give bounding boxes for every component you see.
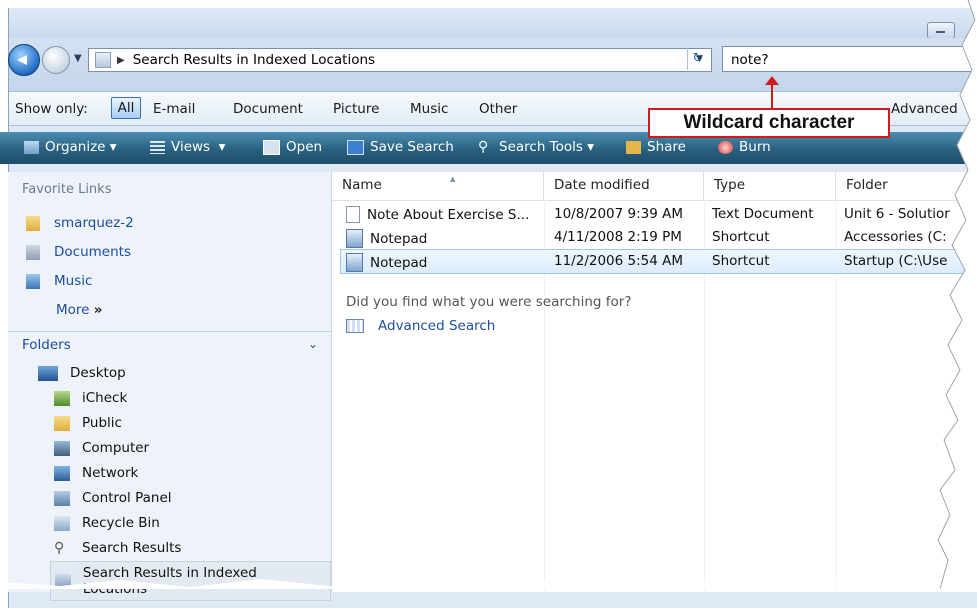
torn-edge-overlay	[0, 0, 977, 589]
torn-edge-bottom	[0, 579, 940, 589]
